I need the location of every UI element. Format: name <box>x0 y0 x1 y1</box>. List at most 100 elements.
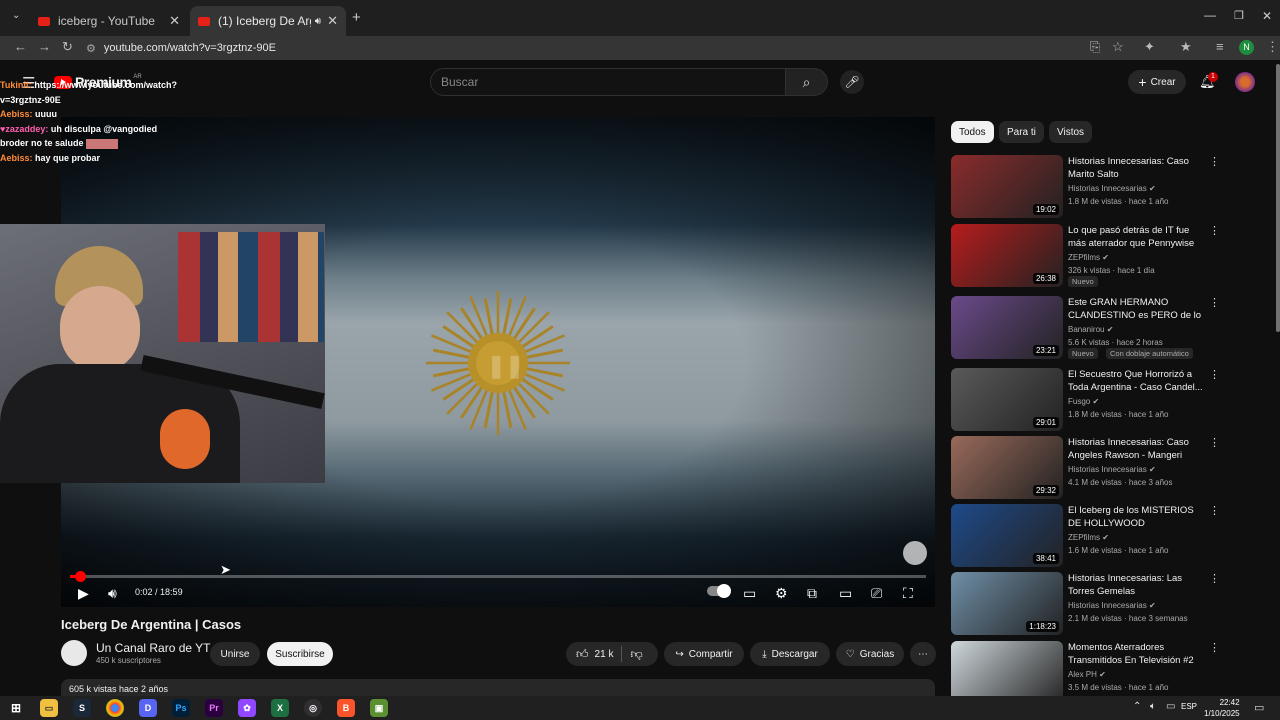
chrome-icon[interactable] <box>106 699 124 717</box>
browser-tab-active[interactable]: (1) Iceberg De Argentina | C 🔊︎ ✕ <box>190 6 346 36</box>
recommendation-channel[interactable]: Historias Innecesarias ✔ <box>1068 184 1156 193</box>
dislike-thumb-icon[interactable]: 👎︎ <box>630 647 642 662</box>
media-control-icon[interactable]: ≡ <box>1216 39 1224 54</box>
filter-chip-vistos[interactable]: Vistos <box>1049 121 1093 143</box>
excel-icon[interactable]: X <box>271 699 289 717</box>
video-thumbnail[interactable]: 29:32 <box>951 436 1063 499</box>
recommendation-card[interactable]: 29:01 El Secuestro Que Horrorizó a Toda … <box>951 368 1271 432</box>
fullscreen-icon[interactable]: ⛶ <box>903 585 913 602</box>
recommendation-card[interactable]: 23:21 Este GRAN HERMANO CLANDESTINO es P… <box>951 296 1271 360</box>
maximize-icon[interactable]: ❐ <box>1234 9 1244 22</box>
new-tab-icon[interactable]: + <box>352 9 361 26</box>
more-options-icon[interactable]: ⋮ <box>1209 155 1220 168</box>
premiere-icon[interactable]: Pr <box>205 699 223 717</box>
tray-chevron-icon[interactable]: ⌃ <box>1133 701 1141 712</box>
recommendation-channel[interactable]: ZEPfilms ✔ <box>1068 253 1109 262</box>
recommendation-title[interactable]: Historias Innecesarias: Caso Marito Salt… <box>1068 155 1206 181</box>
reload-icon[interactable]: ↻ <box>62 39 73 55</box>
recommendation-channel[interactable]: Bananirou ✔ <box>1068 325 1113 334</box>
more-actions-button[interactable]: ⋯ <box>910 642 936 666</box>
recommendation-title[interactable]: El Iceberg de los MISTERIOS DE HOLLYWOOD <box>1068 504 1206 530</box>
create-button[interactable]: + Crear <box>1128 70 1186 94</box>
recommendation-card[interactable]: 1:18:23 Historias Innecesarias: Las Torr… <box>951 572 1271 636</box>
recommendation-channel[interactable]: Alex PH ✔ <box>1068 670 1106 679</box>
obs-icon[interactable]: ◎ <box>304 699 322 717</box>
video-thumbnail[interactable]: 19:02 <box>951 155 1063 218</box>
page-scrollbar[interactable] <box>1276 64 1280 332</box>
recommendation-title[interactable]: El Secuestro Que Horrorizó a Toda Argent… <box>1068 368 1206 394</box>
join-button[interactable]: Unirse <box>210 642 260 666</box>
channel-watermark-icon[interactable] <box>903 541 927 565</box>
recommendation-channel[interactable]: ZEPfilms ✔ <box>1068 533 1109 542</box>
recommendation-card[interactable]: 38:41 El Iceberg de los MISTERIOS DE HOL… <box>951 504 1271 568</box>
twitch-icon[interactable]: ✿ <box>238 699 256 717</box>
thanks-button[interactable]: ♡ Gracias <box>836 642 904 666</box>
bookmarks-icon[interactable]: ★ <box>1180 39 1192 55</box>
more-options-icon[interactable]: ⋮ <box>1209 572 1220 585</box>
photoshop-icon[interactable]: Ps <box>172 699 190 717</box>
bookmark-star-icon[interactable]: ☆ <box>1112 39 1124 55</box>
more-options-icon[interactable]: ⋮ <box>1209 641 1220 654</box>
like-count[interactable]: 21 k <box>595 649 614 660</box>
video-thumbnail[interactable]: 23:21 <box>951 296 1063 359</box>
recommendation-title[interactable]: Lo que pasó detrás de IT fue más aterrad… <box>1068 224 1206 250</box>
more-options-icon[interactable]: ⋮ <box>1209 296 1220 309</box>
share-button[interactable]: ↪ Compartir <box>664 642 744 666</box>
download-button[interactable]: ⤓ Descargar <box>750 642 830 666</box>
browser-menu-icon[interactable]: ⋮ <box>1266 39 1279 55</box>
file-explorer-icon[interactable]: ▭ <box>40 699 58 717</box>
minecraft-icon[interactable]: ▣ <box>370 699 388 717</box>
install-app-icon[interactable]: ⎘ <box>1090 39 1100 55</box>
recommendation-title[interactable]: Historias Innecesarias: Las Torres Gemel… <box>1068 572 1206 598</box>
cast-icon[interactable]: ⎚ <box>871 585 882 602</box>
more-options-icon[interactable]: ⋮ <box>1209 368 1220 381</box>
browser-tab-inactive[interactable]: iceberg - YouTube ✕ <box>30 6 188 36</box>
more-options-icon[interactable]: ⋮ <box>1209 436 1220 449</box>
video-thumbnail[interactable] <box>951 641 1063 704</box>
play-button-icon[interactable]: ▶ <box>78 585 89 602</box>
channel-name[interactable]: Un Canal Raro de YT <box>96 641 211 655</box>
settings-gear-icon[interactable]: ⚙ <box>775 585 788 602</box>
profile-avatar[interactable]: N <box>1239 40 1254 55</box>
language-indicator[interactable]: ESP <box>1181 702 1197 711</box>
recommendation-channel[interactable]: Fusgo ✔ <box>1068 397 1099 406</box>
address-bar[interactable]: ⚙ youtube.com/watch?v=3rgztnz-90E <box>86 38 1116 58</box>
progress-scrubber[interactable] <box>75 571 87 582</box>
autoplay-toggle[interactable] <box>707 584 731 598</box>
notification-center-icon[interactable]: ▭ <box>1254 701 1264 714</box>
progress-bar[interactable] <box>70 571 926 582</box>
recommendation-card[interactable]: 29:32 Historias Innecesarias: Caso Angel… <box>951 436 1271 500</box>
filter-chip-todos[interactable]: Todos <box>951 121 994 143</box>
recommendation-channel[interactable]: Historias Innecesarias ✔ <box>1068 465 1156 474</box>
discord-icon[interactable]: D <box>139 699 157 717</box>
forward-icon[interactable]: → <box>38 39 51 54</box>
close-tab-icon[interactable]: ✕ <box>327 13 338 29</box>
subtitles-icon[interactable]: ▭ <box>743 585 756 602</box>
recommendation-card[interactable]: 19:02 Historias Innecesarias: Caso Marit… <box>951 155 1271 219</box>
miniplayer-icon[interactable]: ⧉ <box>807 585 817 602</box>
close-tab-icon[interactable]: ✕ <box>169 13 180 29</box>
video-thumbnail[interactable]: 38:41 <box>951 504 1063 567</box>
more-options-icon[interactable]: ⋮ <box>1209 224 1220 237</box>
search-button[interactable]: ⌕ <box>786 68 828 96</box>
volume-icon[interactable]: 🔊︎ <box>108 585 117 602</box>
recommendation-title[interactable]: Historias Innecesarias: Caso Angeles Raw… <box>1068 436 1206 462</box>
video-thumbnail[interactable]: 29:01 <box>951 368 1063 431</box>
recommendation-title[interactable]: Momentos Aterradores Transmitidos En Tel… <box>1068 641 1206 667</box>
taskbar-clock[interactable]: 22:42 1/10/2025 <box>1204 697 1240 719</box>
search-input[interactable]: Buscar <box>430 68 786 96</box>
tray-network-icon[interactable]: ▭ <box>1166 701 1175 712</box>
voice-search-button[interactable]: 🎤︎ <box>840 70 864 94</box>
windows-start-icon[interactable]: ⊞ <box>7 699 25 717</box>
recommendation-card[interactable]: 26:38 Lo que pasó detrás de IT fue más a… <box>951 224 1271 288</box>
more-options-icon[interactable]: ⋮ <box>1209 504 1220 517</box>
audio-icon[interactable]: 🔊︎ <box>315 16 321 27</box>
theater-mode-icon[interactable]: ▭ <box>839 585 852 602</box>
filter-chip-para-ti[interactable]: Para ti <box>999 121 1044 143</box>
tab-search-chevron-icon[interactable]: ⌄ <box>12 10 20 21</box>
steam-icon[interactable]: S <box>73 699 91 717</box>
subscribe-button[interactable]: Suscribirse <box>267 642 333 666</box>
like-thumb-icon[interactable]: 👍︎ <box>576 647 589 662</box>
tray-volume-icon[interactable]: 🔈︎ <box>1150 701 1156 712</box>
channel-avatar[interactable] <box>61 640 87 666</box>
